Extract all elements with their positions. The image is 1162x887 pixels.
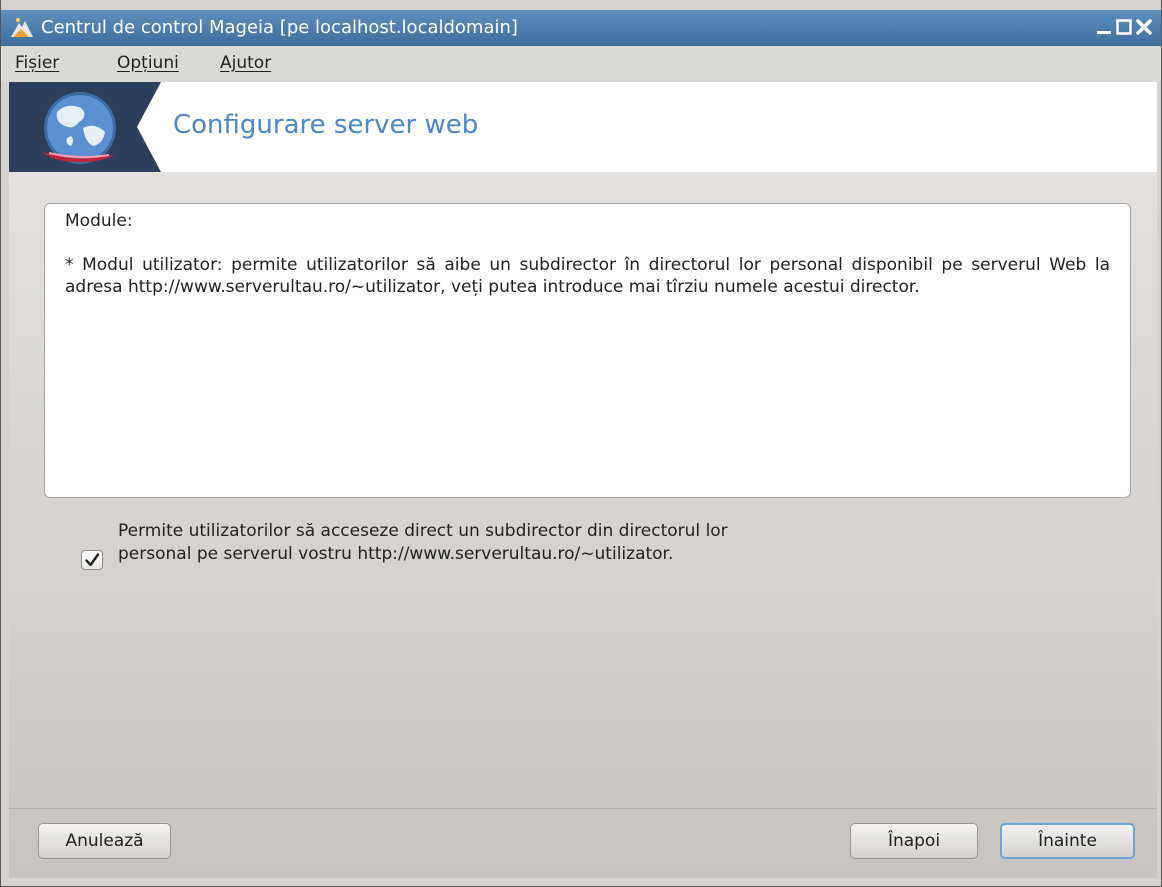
header-banner: Configurare server web [9, 82, 1157, 172]
description-heading: Module: [65, 211, 133, 231]
title-bar[interactable]: Centrul de control Mageia [pe localhost.… [1, 10, 1161, 46]
user-dir-checkbox[interactable] [81, 550, 103, 570]
minimize-icon[interactable] [1095, 18, 1113, 36]
maximize-icon[interactable] [1115, 18, 1133, 36]
page-title: Configurare server web [173, 110, 479, 140]
menu-help[interactable]: Ajutor [220, 53, 271, 73]
web-server-globe-icon [43, 82, 161, 172]
description-body: * Modul utilizator: permite utilizatoril… [65, 255, 1110, 297]
user-dir-checkbox-label[interactable]: Permite utilizatorilor să acceseze direc… [118, 520, 798, 566]
menu-bar: Fișier Opțiuni Ajutor [1, 46, 1161, 82]
next-button[interactable]: Înainte [1000, 823, 1135, 859]
close-icon[interactable] [1135, 18, 1153, 36]
cancel-button[interactable]: Anulează [38, 823, 171, 859]
app-window: Centrul de control Mageia [pe localhost.… [0, 0, 1162, 887]
footer-separator [9, 808, 1157, 809]
user-dir-option: Permite utilizatorilor să acceseze direc… [79, 520, 779, 600]
back-button[interactable]: Înapoi [850, 823, 978, 859]
banner-icon-panel [9, 82, 161, 172]
description-text-area[interactable]: Module: * Modul utilizator: permite util… [44, 203, 1131, 498]
menu-options[interactable]: Opțiuni [117, 53, 179, 73]
window-title: Centrul de control Mageia [pe localhost.… [41, 17, 518, 38]
menu-file[interactable]: Fișier [15, 53, 59, 73]
checkmark-icon [85, 553, 100, 567]
mageia-app-icon [11, 18, 33, 37]
